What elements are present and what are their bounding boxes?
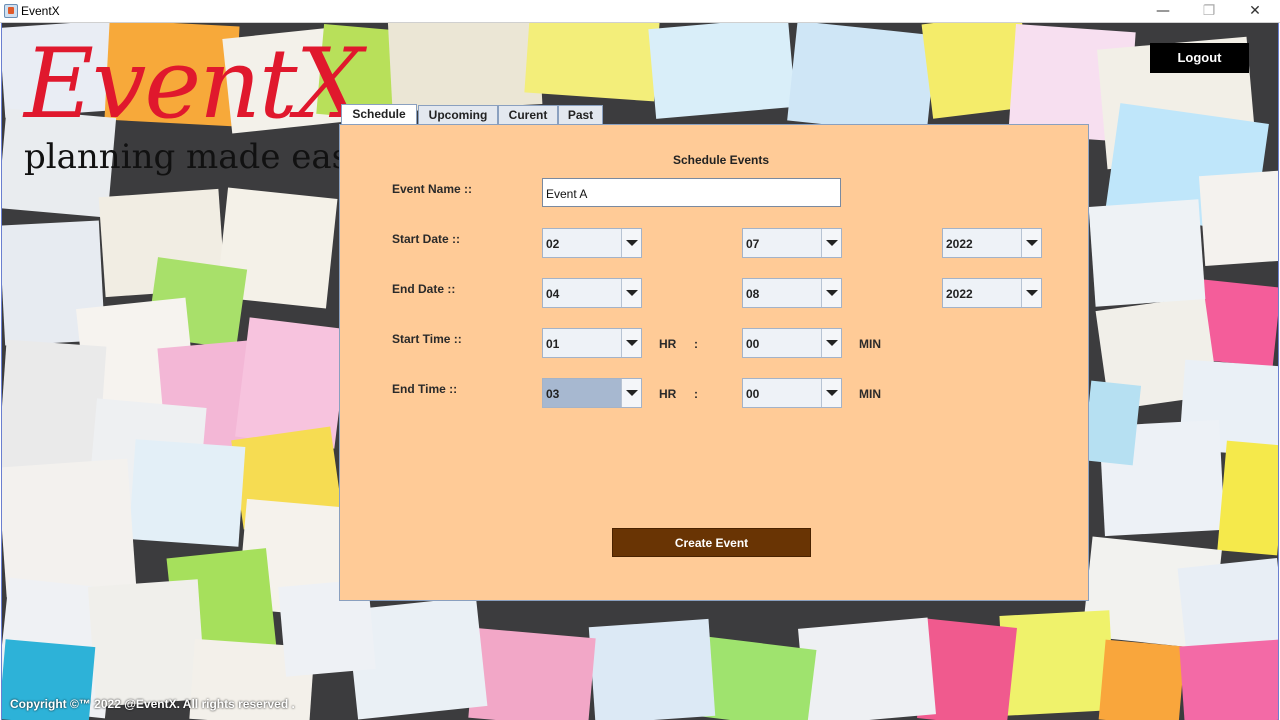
tab-curent[interactable]: Curent	[498, 105, 558, 125]
event-name-label: Event Name ::	[392, 182, 473, 196]
end-hour-select[interactable]: 03	[542, 378, 642, 408]
panel-title: Schedule Events	[673, 153, 770, 167]
tab-past[interactable]: Past	[558, 105, 603, 125]
start-day-value: 02	[546, 237, 560, 251]
start-hour-value: 01	[546, 337, 560, 351]
end-month-select[interactable]: 08	[742, 278, 842, 308]
create-event-button[interactable]: Create Event	[612, 528, 811, 557]
window-title-bar: EventX — ❐ ✕	[0, 0, 1280, 23]
end-date-label: End Date ::	[392, 282, 456, 296]
end-month-value: 08	[746, 287, 760, 301]
end-day-value: 04	[546, 287, 560, 301]
end-minute-select[interactable]: 00	[742, 378, 842, 408]
chevron-down-icon[interactable]	[621, 229, 641, 257]
copyright-footer: Copyright ©™ 2022 @EventX. All rights re…	[10, 697, 295, 711]
end-day-select[interactable]: 04	[542, 278, 642, 308]
minimize-button[interactable]: —	[1140, 0, 1186, 23]
start-min-label: MIN	[859, 337, 881, 351]
end-min-label: MIN	[859, 387, 881, 401]
chevron-down-icon[interactable]	[1021, 229, 1041, 257]
start-time-label: Start Time ::	[392, 332, 462, 346]
chevron-down-icon[interactable]	[1021, 279, 1041, 307]
start-year-select[interactable]: 2022	[942, 228, 1042, 258]
chevron-down-icon[interactable]	[621, 329, 641, 357]
end-year-select[interactable]: 2022	[942, 278, 1042, 308]
end-year-value: 2022	[946, 287, 973, 301]
end-minute-value: 00	[746, 387, 760, 401]
start-minute-select[interactable]: 00	[742, 328, 842, 358]
start-hour-select[interactable]: 01	[542, 328, 642, 358]
chevron-down-icon[interactable]	[821, 229, 841, 257]
close-button[interactable]: ✕	[1232, 0, 1278, 23]
logo-tagline: planning made easy	[24, 137, 369, 177]
start-minute-value: 00	[746, 337, 760, 351]
start-day-select[interactable]: 02	[542, 228, 642, 258]
window-title: EventX	[21, 4, 60, 18]
chevron-down-icon[interactable]	[621, 279, 641, 307]
start-time-separator: :	[694, 337, 698, 351]
maximize-button[interactable]: ❐	[1186, 0, 1232, 23]
start-month-value: 07	[746, 237, 760, 251]
start-hr-label: HR	[659, 337, 677, 351]
eventx-logo: EventX	[24, 28, 364, 140]
chevron-down-icon[interactable]	[821, 379, 841, 407]
end-hour-value: 03	[546, 387, 560, 401]
start-date-label: Start Date ::	[392, 232, 461, 246]
end-time-separator: :	[694, 387, 698, 401]
start-month-select[interactable]: 07	[742, 228, 842, 258]
start-year-value: 2022	[946, 237, 973, 251]
schedule-panel: Schedule Events Event Name :: Event A St…	[339, 124, 1089, 601]
event-name-input[interactable]: Event A	[542, 178, 841, 207]
chevron-down-icon[interactable]	[621, 379, 641, 407]
end-hr-label: HR	[659, 387, 677, 401]
java-app-icon	[4, 4, 18, 18]
tab-schedule[interactable]: Schedule	[341, 104, 417, 125]
tab-upcoming[interactable]: Upcoming	[418, 105, 498, 125]
end-time-label: End Time ::	[392, 382, 458, 396]
chevron-down-icon[interactable]	[821, 329, 841, 357]
logout-button[interactable]: Logout	[1150, 43, 1249, 73]
chevron-down-icon[interactable]	[821, 279, 841, 307]
